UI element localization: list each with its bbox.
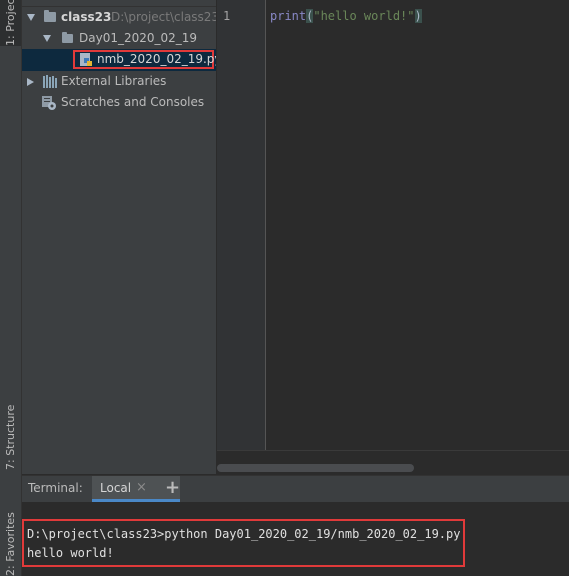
left-tool-strip: 1: Project 7: Structure 2: Favorites (0, 0, 22, 576)
tree-scratches-label: Scratches and Consoles (61, 95, 205, 109)
tree-external-libraries-label: External Libraries (61, 74, 167, 88)
terminal-header: Terminal: Local × + (22, 475, 569, 503)
tree-item-scratches[interactable]: Scratches and Consoles (22, 92, 216, 113)
editor-horizontal-scrollbar-area (217, 450, 569, 475)
tree-item-external-libraries[interactable]: External Libraries (22, 71, 216, 92)
scratches-icon (42, 96, 56, 110)
tree-root-label: class23 (61, 10, 112, 24)
code-line[interactable]: print("hello world!") (270, 9, 422, 23)
tree-file-label: nmb_2020_02_19.py (97, 52, 216, 66)
code-editor[interactable]: print("hello world!") (266, 0, 569, 450)
terminal-output-line: hello world! (27, 546, 114, 560)
code-keyword: print (270, 9, 307, 23)
terminal-output[interactable]: D:\project\class23>python Day01_2020_02_… (22, 502, 569, 576)
expand-arrow-icon[interactable] (43, 35, 51, 42)
terminal-command-line: D:\project\class23>python Day01_2020_02_… (27, 527, 461, 541)
tree-item-file[interactable]: nmb_2020_02_19.py (22, 49, 216, 71)
folder-icon (62, 32, 73, 43)
add-terminal-icon[interactable]: + (165, 477, 180, 498)
horizontal-scrollbar[interactable] (217, 464, 414, 472)
tool-tab-favorites[interactable]: 2: Favorites (0, 500, 21, 576)
folder-icon (44, 10, 56, 22)
project-panel: class23 D:\project\class23 Day01_2020_02… (22, 0, 216, 474)
editor-gutter: 1 (217, 0, 266, 450)
tree-root-path: D:\project\class23 (111, 10, 216, 24)
tool-tab-project[interactable]: 1: Project (0, 0, 21, 46)
line-number: 1 (223, 9, 231, 23)
code-paren-close: ) (414, 9, 422, 23)
tool-tab-structure[interactable]: 7: Structure (0, 398, 21, 470)
python-file-icon (80, 53, 92, 66)
tree-folder-label: Day01_2020_02_19 (79, 31, 198, 45)
library-icon (43, 75, 57, 88)
tree-item-root[interactable]: class23 D:\project\class23 (22, 7, 216, 28)
tool-tab-structure-label: 7: Structure (4, 404, 17, 470)
project-panel-header (22, 0, 216, 7)
close-tab-icon[interactable]: × (136, 480, 147, 495)
tool-tab-favorites-label: 2: Favorites (4, 512, 17, 576)
code-string: "hello world!" (313, 9, 415, 23)
tool-tab-project-label: 1: Project (4, 0, 17, 46)
expand-arrow-icon[interactable] (27, 14, 35, 21)
terminal-tab-label: Local (100, 481, 132, 495)
collapse-arrow-icon[interactable] (27, 78, 34, 86)
terminal-label: Terminal: (28, 481, 83, 495)
tree-item-folder[interactable]: Day01_2020_02_19 (22, 28, 216, 49)
